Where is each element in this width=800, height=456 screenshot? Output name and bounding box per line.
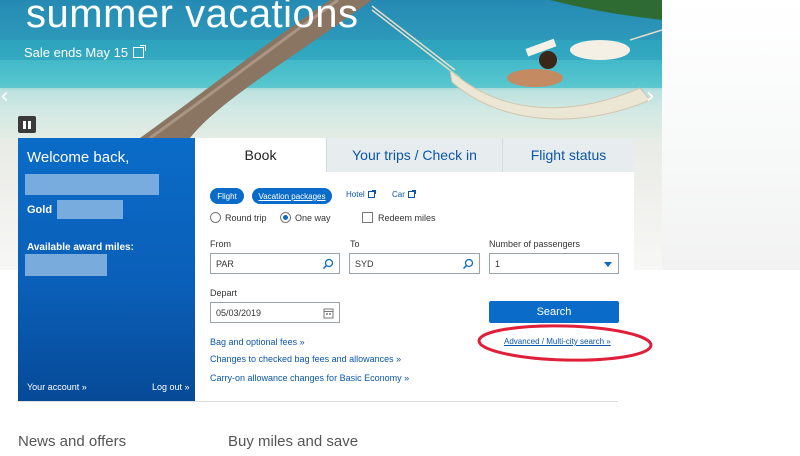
redacted-award-miles bbox=[25, 254, 107, 276]
buy-miles-heading[interactable]: Buy miles and save bbox=[228, 433, 358, 450]
redeem-miles-label: Redeem miles bbox=[378, 212, 436, 223]
pause-button[interactable] bbox=[18, 116, 36, 133]
section-divider bbox=[18, 401, 618, 402]
hotel-link[interactable]: Hotel bbox=[346, 190, 376, 199]
your-account-link[interactable]: Your account » bbox=[27, 382, 87, 392]
to-value: SYD bbox=[355, 258, 374, 269]
tab-flight-status[interactable]: Flight status bbox=[502, 138, 634, 172]
one-way-label: One way bbox=[295, 212, 331, 223]
hero-subtitle-link[interactable]: Sale ends May 15 bbox=[24, 45, 147, 60]
radio-selected-icon bbox=[280, 212, 291, 223]
to-label: To bbox=[350, 239, 360, 249]
news-and-offers-heading[interactable]: News and offers bbox=[18, 433, 126, 450]
member-status: Gold bbox=[27, 204, 53, 216]
round-trip-radio[interactable]: Round trip bbox=[210, 212, 267, 223]
welcome-panel: Welcome back, Gold Available award miles… bbox=[18, 138, 195, 402]
passengers-select[interactable]: 1 bbox=[489, 253, 619, 274]
hero-subtitle: Sale ends May 15 bbox=[24, 45, 129, 60]
external-link-icon bbox=[367, 190, 376, 198]
car-link[interactable]: Car bbox=[392, 190, 416, 199]
to-input[interactable]: SYD bbox=[349, 253, 480, 274]
pause-icon bbox=[23, 120, 26, 129]
passengers-value: 1 bbox=[495, 258, 501, 269]
car-link-label: Car bbox=[392, 190, 405, 199]
hotel-link-label: Hotel bbox=[346, 190, 365, 199]
hero-title: summer vacations bbox=[26, 0, 359, 36]
award-miles-label: Available award miles: bbox=[27, 242, 134, 253]
from-label: From bbox=[210, 239, 231, 249]
search-icon bbox=[462, 258, 474, 270]
carry-on-changes-link[interactable]: Carry-on allowance changes for Basic Eco… bbox=[210, 373, 409, 383]
hero-banner[interactable]: summer vacations Sale ends May 15 ‹ › bbox=[0, 0, 662, 138]
vacation-packages-button[interactable]: Vacation packages bbox=[252, 188, 332, 204]
round-trip-label: Round trip bbox=[225, 212, 267, 223]
highlight-annotation bbox=[477, 324, 653, 362]
radio-circle-icon bbox=[210, 212, 221, 223]
flight-type-button[interactable]: Flight bbox=[210, 188, 244, 204]
tab-book[interactable]: Book bbox=[195, 138, 326, 172]
calendar-icon bbox=[323, 308, 334, 319]
search-button[interactable]: Search bbox=[489, 301, 619, 323]
depart-date-input[interactable]: 05/03/2019 bbox=[210, 302, 340, 323]
checked-bag-changes-link[interactable]: Changes to checked bag fees and allowanc… bbox=[210, 354, 401, 364]
from-value: PAR bbox=[216, 258, 234, 269]
tab-your-trips[interactable]: Your trips / Check in bbox=[326, 138, 502, 172]
bag-fees-link[interactable]: Bag and optional fees » bbox=[210, 337, 305, 347]
hero-side-area bbox=[662, 0, 800, 270]
chevron-down-icon bbox=[604, 262, 612, 267]
redeem-miles-checkbox[interactable]: Redeem miles bbox=[362, 212, 436, 223]
depart-label: Depart bbox=[210, 288, 238, 298]
log-out-link[interactable]: Log out » bbox=[152, 382, 190, 392]
redacted-member-number bbox=[57, 200, 123, 219]
external-link-icon bbox=[133, 45, 147, 58]
welcome-title: Welcome back, bbox=[27, 149, 130, 166]
passengers-label: Number of passengers bbox=[489, 239, 581, 249]
carousel-prev-arrow[interactable]: ‹ bbox=[0, 84, 9, 109]
redacted-name bbox=[25, 174, 159, 195]
booking-panel: Flight Vacation packages Hotel Car Round… bbox=[195, 172, 634, 402]
carousel-next-arrow[interactable]: › bbox=[646, 84, 655, 109]
from-input[interactable]: PAR bbox=[210, 253, 340, 274]
booking-tabs: Book Your trips / Check in Flight status bbox=[195, 138, 634, 172]
checkbox-icon bbox=[362, 212, 373, 223]
depart-value: 05/03/2019 bbox=[216, 307, 262, 318]
one-way-radio[interactable]: One way bbox=[280, 212, 331, 223]
external-link-icon bbox=[407, 190, 416, 198]
search-icon bbox=[322, 258, 334, 270]
